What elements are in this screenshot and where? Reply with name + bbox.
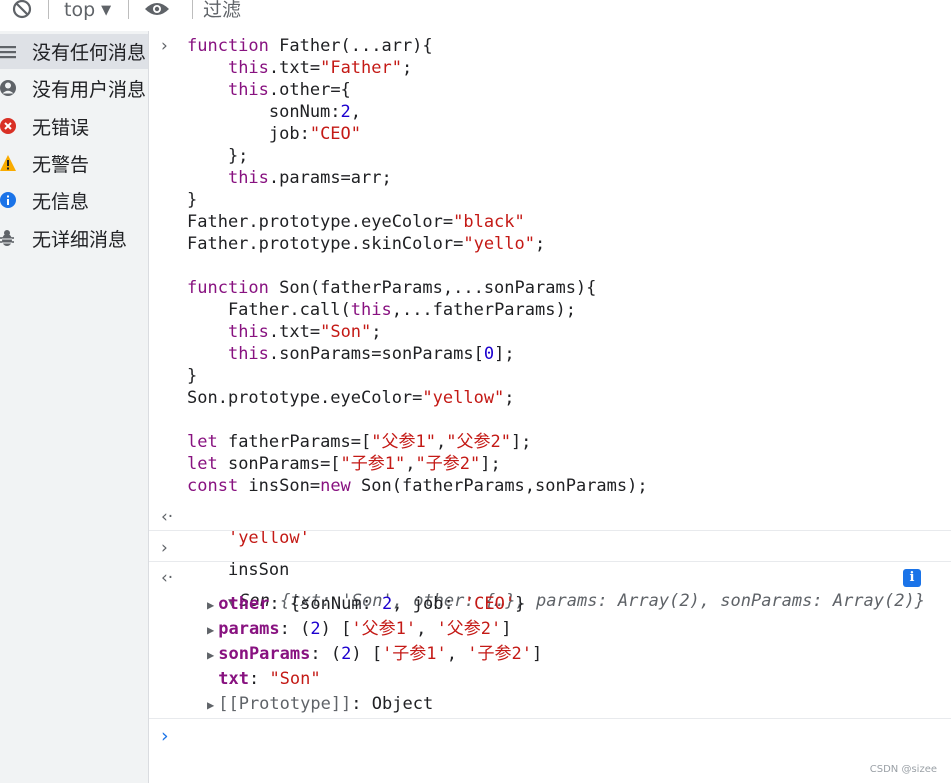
object-property-row[interactable]: ▶ [[Prototype]]: Object [207,693,433,716]
code-line: this.txt="Son"; [227,322,382,342]
property-key: params [218,619,280,639]
code-line: this.other={ [227,80,351,100]
property-value: "Son" [269,669,321,689]
object-property-row[interactable]: ▶ sonParams: (2) ['子参1', '子参2'] [207,643,542,666]
code-line: this.sonParams=sonParams[0]; [227,344,515,364]
property-value: (2) ['子参1', '子参2'] [330,644,543,664]
object-property-row[interactable]: ▶ params: (2) ['父参1', '父参2'] [207,618,512,641]
user-icon [0,80,16,96]
console-input-prompt[interactable]: › [161,725,169,747]
sidebar-item-user-messages[interactable]: 没有用户消息 [0,71,148,106]
result-return-chevron: ‹· [161,568,174,588]
filter-input[interactable]: 过滤 [203,0,241,20]
message-divider [149,530,951,531]
sidebar-item-label: 没有用户消息 [32,79,147,101]
sidebar-item-warnings[interactable]: 无警告 [0,146,148,181]
property-key: [[Prototype]] [218,694,352,714]
context-label: top [64,0,96,21]
clear-icon [12,0,32,19]
property-key: txt [218,669,249,689]
message-divider [149,561,951,562]
collapsed-triangle-icon: ▶ [207,598,215,612]
object-property-row: ▶txt: "Son" [218,669,321,689]
property-value: {sonNum: 2, job: 'CEO'} [289,594,526,614]
input-prompt-chevron: › [161,36,168,56]
warning-icon [0,155,16,171]
caret-down-icon: ▼ [101,2,112,18]
code-line: sonNum:2, [187,102,362,122]
code-line: }; [187,146,249,166]
code-line: let sonParams=["子参1","子参2"]; [187,454,501,474]
code-line: Father.prototype.eyeColor="black" [187,212,525,232]
console-input[interactable] [187,721,927,751]
context-selector[interactable]: top ▼ [64,0,111,20]
object-property-row[interactable]: ▶ other: {sonNum: 2, job: 'CEO'} [207,593,525,616]
code-line: } [187,366,198,386]
property-key: other [218,594,270,614]
sidebar-item-label: 无错误 [32,117,90,139]
sidebar-item-label: 无信息 [32,191,90,213]
collapsed-triangle-icon: ▶ [207,698,215,712]
console-sidebar: 没有任何消息 没有用户消息 无错误 无警告 无信息 无详细消息 [0,31,149,783]
sidebar-item-errors[interactable]: 无错误 [0,109,148,144]
info-badge-icon[interactable]: i [903,569,921,587]
collapsed-triangle-icon: ▶ [207,648,215,662]
code-line: Father.prototype.skinColor="yello"; [187,234,546,254]
info-icon [0,192,16,208]
property-value: (2) ['父参1', '父参2'] [300,619,512,639]
clear-console-button[interactable] [12,0,32,20]
property-value: Object [371,694,434,714]
code-line: let fatherParams=["父参1","父参2"]; [187,432,532,452]
code-line: this.params=arr; [227,168,392,188]
sidebar-item-all-messages[interactable]: 没有任何消息 [0,34,148,69]
code-line: this.txt="Father"; [227,58,413,78]
sidebar-item-verbose[interactable]: 无详细消息 [0,221,148,256]
collapsed-triangle-icon: ▶ [207,623,215,637]
toolbar-separator [192,0,193,19]
toolbar-separator [128,0,129,19]
live-expression-button[interactable] [144,0,170,20]
toolbar-separator [48,0,49,19]
console-toolbar: top ▼ 过滤 [0,0,951,22]
console-panel: › function Father(...arr){ this.txt="Fat… [149,31,951,783]
sidebar-item-label: 没有任何消息 [32,42,147,64]
result-return-chevron: ‹· [161,507,174,527]
sidebar-item-label: 无警告 [32,154,90,176]
error-icon [0,118,16,134]
code-line: function Son(fatherParams,...sonParams){ [187,278,597,298]
code-line: Father.call(this,...fatherParams); [187,300,576,320]
list-icon [0,46,16,59]
property-key: sonParams [218,644,311,664]
sidebar-item-info[interactable]: 无信息 [0,183,148,218]
code-line: } [187,190,198,210]
code-line: const insSon=new Son(fatherParams,sonPar… [187,476,648,496]
code-line: Son.prototype.eyeColor="yellow"; [187,388,515,408]
bug-icon [0,230,14,246]
input-prompt-chevron: › [161,538,168,558]
sidebar-item-label: 无详细消息 [32,229,128,251]
watermark: CSDN @sizee [869,764,937,775]
code-line: function Father(...arr){ [187,36,433,56]
message-divider [149,718,951,719]
eye-icon [145,3,169,15]
filter-placeholder: 过滤 [203,0,242,21]
code-line: job:"CEO" [187,124,362,144]
